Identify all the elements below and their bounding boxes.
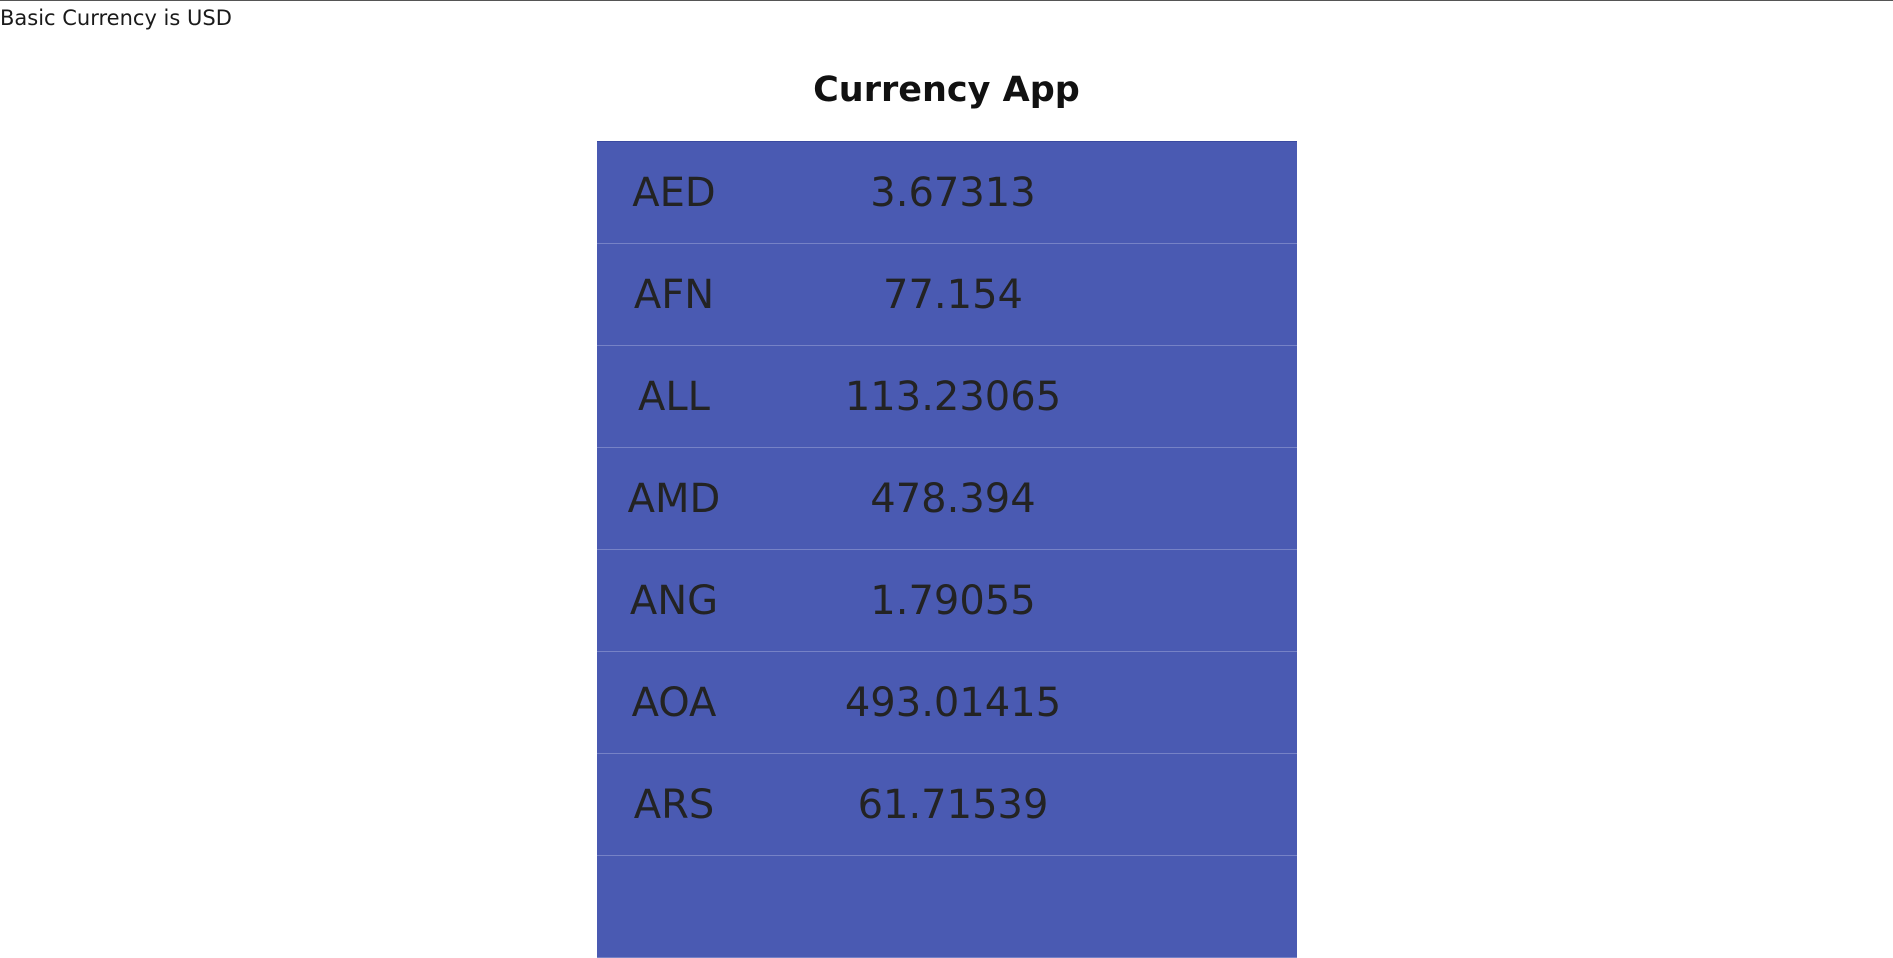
exchange-rate: 1.79055: [870, 577, 1036, 624]
currency-code: AOA: [631, 679, 717, 726]
rate-row-amd[interactable]: AMD 478.394: [597, 448, 1297, 550]
exchange-rate: 3.67313: [870, 169, 1036, 216]
currency-code: AFN: [633, 271, 715, 318]
exchange-rate: 77.154: [883, 271, 1023, 318]
currency-code: ALL: [638, 373, 710, 420]
currency-code: AED: [632, 169, 716, 216]
rate-row-partial[interactable]: [597, 856, 1297, 958]
rate-row-all[interactable]: ALL 113.23065: [597, 346, 1297, 448]
currency-code: ANG: [629, 577, 719, 624]
exchange-rate: 113.23065: [844, 373, 1062, 420]
rate-row-aoa[interactable]: AOA 493.01415: [597, 652, 1297, 754]
rate-row-ars[interactable]: ARS 61.71539: [597, 754, 1297, 856]
top-border: [0, 0, 1893, 1]
exchange-rate: 478.394: [870, 475, 1036, 522]
basic-currency-note: Basic Currency is USD: [0, 6, 232, 30]
exchange-rate: 61.71539: [857, 781, 1049, 828]
page-title: Currency App: [813, 70, 1080, 110]
currency-code: ARS: [633, 781, 715, 828]
rate-row-afn[interactable]: AFN 77.154: [597, 244, 1297, 346]
currency-code: AMD: [627, 475, 721, 522]
exchange-rate: 493.01415: [844, 679, 1062, 726]
rate-row-aed[interactable]: AED 3.67313: [597, 142, 1297, 244]
rate-row-ang[interactable]: ANG 1.79055: [597, 550, 1297, 652]
currency-rate-list: AED 3.67313 AFN 77.154 ALL 113.23065 AMD…: [597, 141, 1297, 958]
